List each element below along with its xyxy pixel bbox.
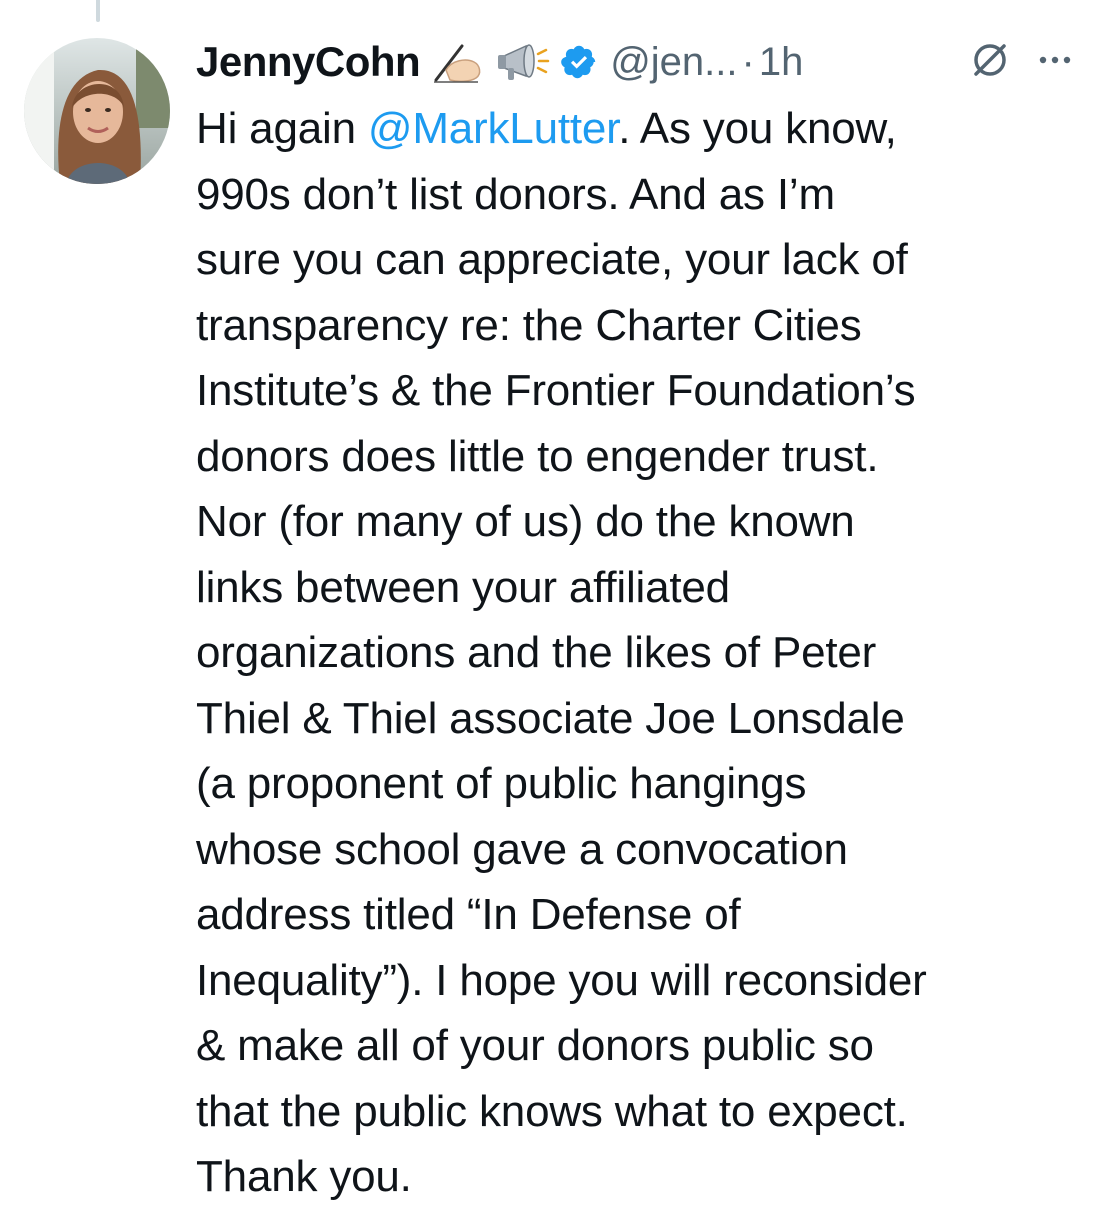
tweet-text-line: Nor (for many of us) do the known	[196, 497, 855, 546]
megaphone-icon	[496, 40, 550, 84]
user-handle[interactable]: @jen...	[610, 40, 737, 85]
tweet-text-line: Thiel & Thiel associate Joe Lonsdale	[196, 693, 905, 743]
verified-badge-icon[interactable]	[560, 43, 598, 81]
tweet-text-line: transparency re: the Charter Cities	[196, 300, 862, 350]
tweet-text-line: address titled “In Defense of	[196, 890, 741, 939]
grok-icon[interactable]	[970, 40, 1010, 85]
tweet-text-line: 990s don’t list donors. And as I’m	[196, 169, 835, 219]
tweet-text-line: (a proponent of public hangings	[196, 759, 807, 808]
mention-link[interactable]: @MarkLutter	[368, 104, 619, 153]
tweet-text-line: Institute’s & the Frontier Foundation’s	[196, 366, 916, 415]
tweet-text-line: Inequality”). I hope you will reconsider	[196, 955, 927, 1005]
tweet-text-line: sure you can appreciate, your lack of	[196, 235, 908, 284]
timestamp[interactable]: 1h	[759, 40, 804, 85]
more-options-icon[interactable]	[1038, 53, 1072, 71]
tweet-header: JennyCohn @jen... · 1h	[196, 30, 1076, 94]
display-name[interactable]: JennyCohn	[196, 38, 421, 86]
tweet-text-line: links between your affiliated	[196, 562, 730, 612]
tweet-text-line: organizations and the likes of Peter	[196, 628, 877, 677]
avatar-image	[24, 38, 170, 184]
tweet-text-line: Hi again @MarkLutter. As you know,	[196, 96, 1076, 162]
tweet[interactable]: JennyCohn @jen... · 1h Hi again @MarkLut…	[196, 30, 1076, 1210]
tweet-text-line: & make all of your donors public so	[196, 1021, 874, 1070]
avatar[interactable]	[24, 38, 170, 184]
writing-hand-icon	[432, 40, 484, 84]
tweet-text-line: whose school gave a convocation	[196, 824, 848, 874]
tweet-text: Hi again @MarkLutter. As you know, 990s …	[196, 96, 1076, 1210]
tweet-text-segment: Hi again	[196, 104, 368, 153]
tweet-text-line: donors does little to engender trust.	[196, 431, 879, 481]
thread-connector-line	[96, 0, 100, 22]
header-actions	[970, 40, 1076, 85]
tweet-text-segment: . As you know,	[618, 104, 897, 153]
separator-dot: ·	[741, 39, 755, 84]
tweet-text-line: that the public knows what to expect.	[196, 1086, 908, 1136]
